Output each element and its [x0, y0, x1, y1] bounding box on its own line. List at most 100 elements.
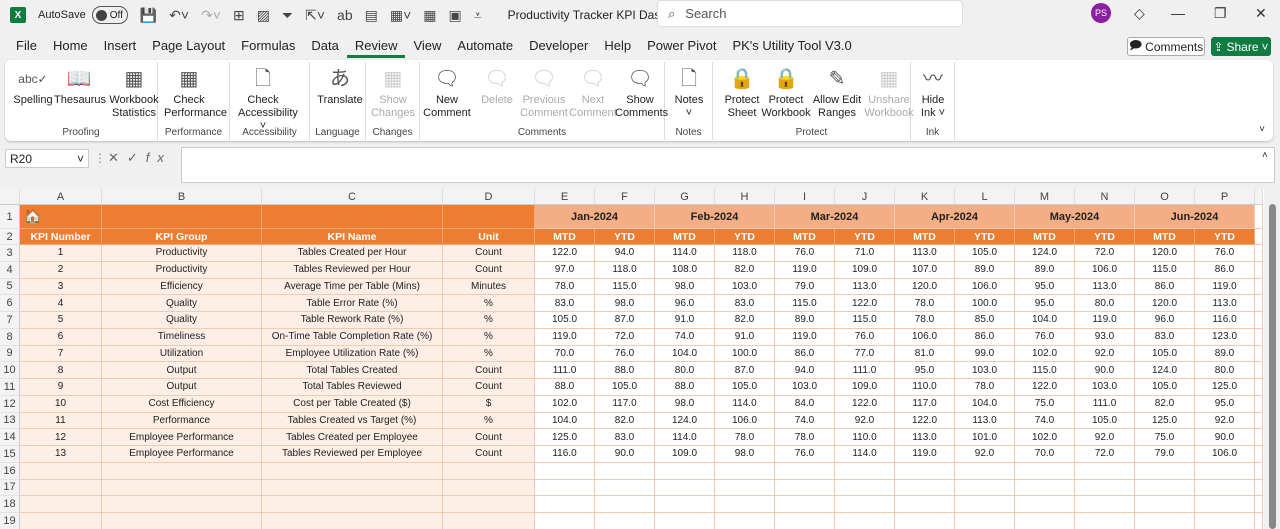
table-cell[interactable]: 79.0: [775, 278, 835, 296]
table-cell[interactable]: 105.0: [595, 379, 655, 396]
home-cell[interactable]: 🏠: [20, 205, 102, 229]
name-box[interactable]: R20 ˅: [5, 149, 89, 168]
table-cell[interactable]: 110.0: [895, 379, 955, 396]
table-cell[interactable]: 98.0: [595, 295, 655, 312]
row-header-15[interactable]: 15: [0, 446, 20, 463]
table-cell[interactable]: Count: [443, 379, 535, 396]
empty-cell[interactable]: [535, 462, 595, 480]
table-cell[interactable]: 106.0: [715, 412, 775, 430]
table-cell[interactable]: 76.0: [1195, 245, 1255, 262]
table-cell[interactable]: 106.0: [955, 278, 1015, 296]
table-cell[interactable]: 1: [20, 245, 102, 262]
picture-icon[interactable]: ▨: [257, 7, 270, 24]
table-cell[interactable]: 95.0: [895, 362, 955, 379]
empty-cell[interactable]: [955, 479, 1015, 497]
table-cell[interactable]: 91.0: [715, 328, 775, 346]
table-cell[interactable]: Cost Efficiency: [102, 395, 262, 413]
tab-file[interactable]: File: [8, 36, 45, 58]
table-cell[interactable]: 74.0: [775, 412, 835, 430]
table-cell[interactable]: 86.0: [1135, 278, 1195, 296]
column-header-N[interactable]: N: [1075, 189, 1135, 205]
table-cell[interactable]: 115.0: [1015, 362, 1075, 379]
table-cell[interactable]: 117.0: [595, 395, 655, 413]
column-header-L[interactable]: L: [955, 189, 1015, 205]
collapse-ribbon-icon[interactable]: ˅: [1259, 124, 1265, 135]
table-cell[interactable]: 122.0: [1015, 379, 1075, 396]
table-cell[interactable]: 98.0: [655, 395, 715, 413]
table-cell[interactable]: 101.0: [955, 429, 1015, 446]
table-cell[interactable]: Tables Created vs Target (%): [262, 412, 443, 430]
table-cell[interactable]: 78.0: [535, 278, 595, 296]
empty-cell[interactable]: [655, 479, 715, 497]
table-cell[interactable]: 89.0: [775, 312, 835, 329]
premium-diamond-icon[interactable]: ◇: [1134, 5, 1145, 22]
table-cell[interactable]: 124.0: [1015, 245, 1075, 262]
table-cell[interactable]: 119.0: [775, 328, 835, 346]
table-cell[interactable]: Performance: [102, 412, 262, 430]
workbook-statistics-button[interactable]: ▦ Workbook Statistics: [109, 64, 159, 120]
table-cell[interactable]: 71.0: [835, 245, 895, 262]
table-cell[interactable]: 105.0: [1075, 412, 1135, 430]
table-cell[interactable]: 12: [20, 429, 102, 446]
table-cell[interactable]: Count: [443, 245, 535, 262]
empty-cell[interactable]: [715, 462, 775, 480]
empty-cell[interactable]: [262, 462, 443, 480]
table-cell[interactable]: 119.0: [535, 328, 595, 346]
table-cell[interactable]: 77.0: [835, 345, 895, 363]
table-cell[interactable]: Count: [443, 261, 535, 279]
table-cell[interactable]: Output: [102, 362, 262, 379]
table-cell[interactable]: 13: [20, 446, 102, 463]
empty-cell[interactable]: [443, 462, 535, 480]
empty-cell[interactable]: [1135, 479, 1195, 497]
table-cell[interactable]: 103.0: [955, 362, 1015, 379]
empty-cell[interactable]: [20, 462, 102, 480]
table-cell[interactable]: 103.0: [715, 278, 775, 296]
table-cell[interactable]: 95.0: [1015, 295, 1075, 312]
empty-cell[interactable]: [1075, 496, 1135, 513]
table-cell[interactable]: Quality: [102, 312, 262, 329]
empty-cell[interactable]: [1195, 496, 1255, 513]
table-cell[interactable]: 72.0: [595, 328, 655, 346]
table-cell[interactable]: Productivity: [102, 261, 262, 279]
form-icon[interactable]: ▤: [365, 7, 378, 24]
row-header-11[interactable]: 11: [0, 379, 20, 396]
table-cell[interactable]: Count: [443, 362, 535, 379]
close-icon[interactable]: ✕: [1255, 5, 1267, 22]
empty-cell[interactable]: [835, 479, 895, 497]
restore-icon[interactable]: ❐: [1214, 5, 1227, 22]
table-cell[interactable]: 86.0: [775, 345, 835, 363]
row-header-4[interactable]: 4: [0, 261, 20, 279]
empty-cell[interactable]: [1075, 462, 1135, 480]
table-cell[interactable]: 111.0: [835, 362, 895, 379]
table-cell[interactable]: 116.0: [535, 446, 595, 463]
table-cell[interactable]: 95.0: [1195, 395, 1255, 413]
empty-cell[interactable]: [715, 513, 775, 529]
table-cell[interactable]: 80.0: [655, 362, 715, 379]
column-header-K[interactable]: K: [895, 189, 955, 205]
table-cell[interactable]: On-Time Table Completion Rate (%): [262, 328, 443, 346]
table-cell[interactable]: 102.0: [1015, 345, 1075, 363]
redo-icon[interactable]: ↷˅: [201, 7, 221, 24]
calculate-icon[interactable]: ▦: [423, 7, 436, 24]
table-cell[interactable]: 78.0: [895, 312, 955, 329]
table-cell[interactable]: Minutes: [443, 278, 535, 296]
row-header-10[interactable]: 10: [0, 362, 20, 379]
table-cell[interactable]: 119.0: [895, 446, 955, 463]
row-header-3[interactable]: 3: [0, 245, 20, 262]
tab-pk-s-utility-tool-v3-0[interactable]: PK's Utility Tool V3.0: [724, 36, 859, 58]
empty-cell[interactable]: [20, 513, 102, 529]
empty-cell[interactable]: [895, 513, 955, 529]
empty-cell[interactable]: [655, 496, 715, 513]
spreadsheet-grid[interactable]: A B C D E F G H I J K L M N O P 1 2 3 4 5 6 7 8 9 10 11 12 13 14 15 16 1…: [0, 189, 1264, 529]
table-cell[interactable]: Employee Utilization Rate (%): [262, 345, 443, 363]
tab-insert[interactable]: Insert: [96, 36, 145, 58]
table-cell[interactable]: Total Tables Created: [262, 362, 443, 379]
select-all-corner[interactable]: [0, 189, 20, 205]
table-cell[interactable]: 119.0: [775, 261, 835, 279]
tab-view[interactable]: View: [405, 36, 449, 58]
empty-cell[interactable]: [102, 462, 262, 480]
table-cell[interactable]: 108.0: [655, 261, 715, 279]
table-cell[interactable]: 113.0: [895, 245, 955, 262]
table-cell[interactable]: 115.0: [595, 278, 655, 296]
row-header-8[interactable]: 8: [0, 328, 20, 346]
